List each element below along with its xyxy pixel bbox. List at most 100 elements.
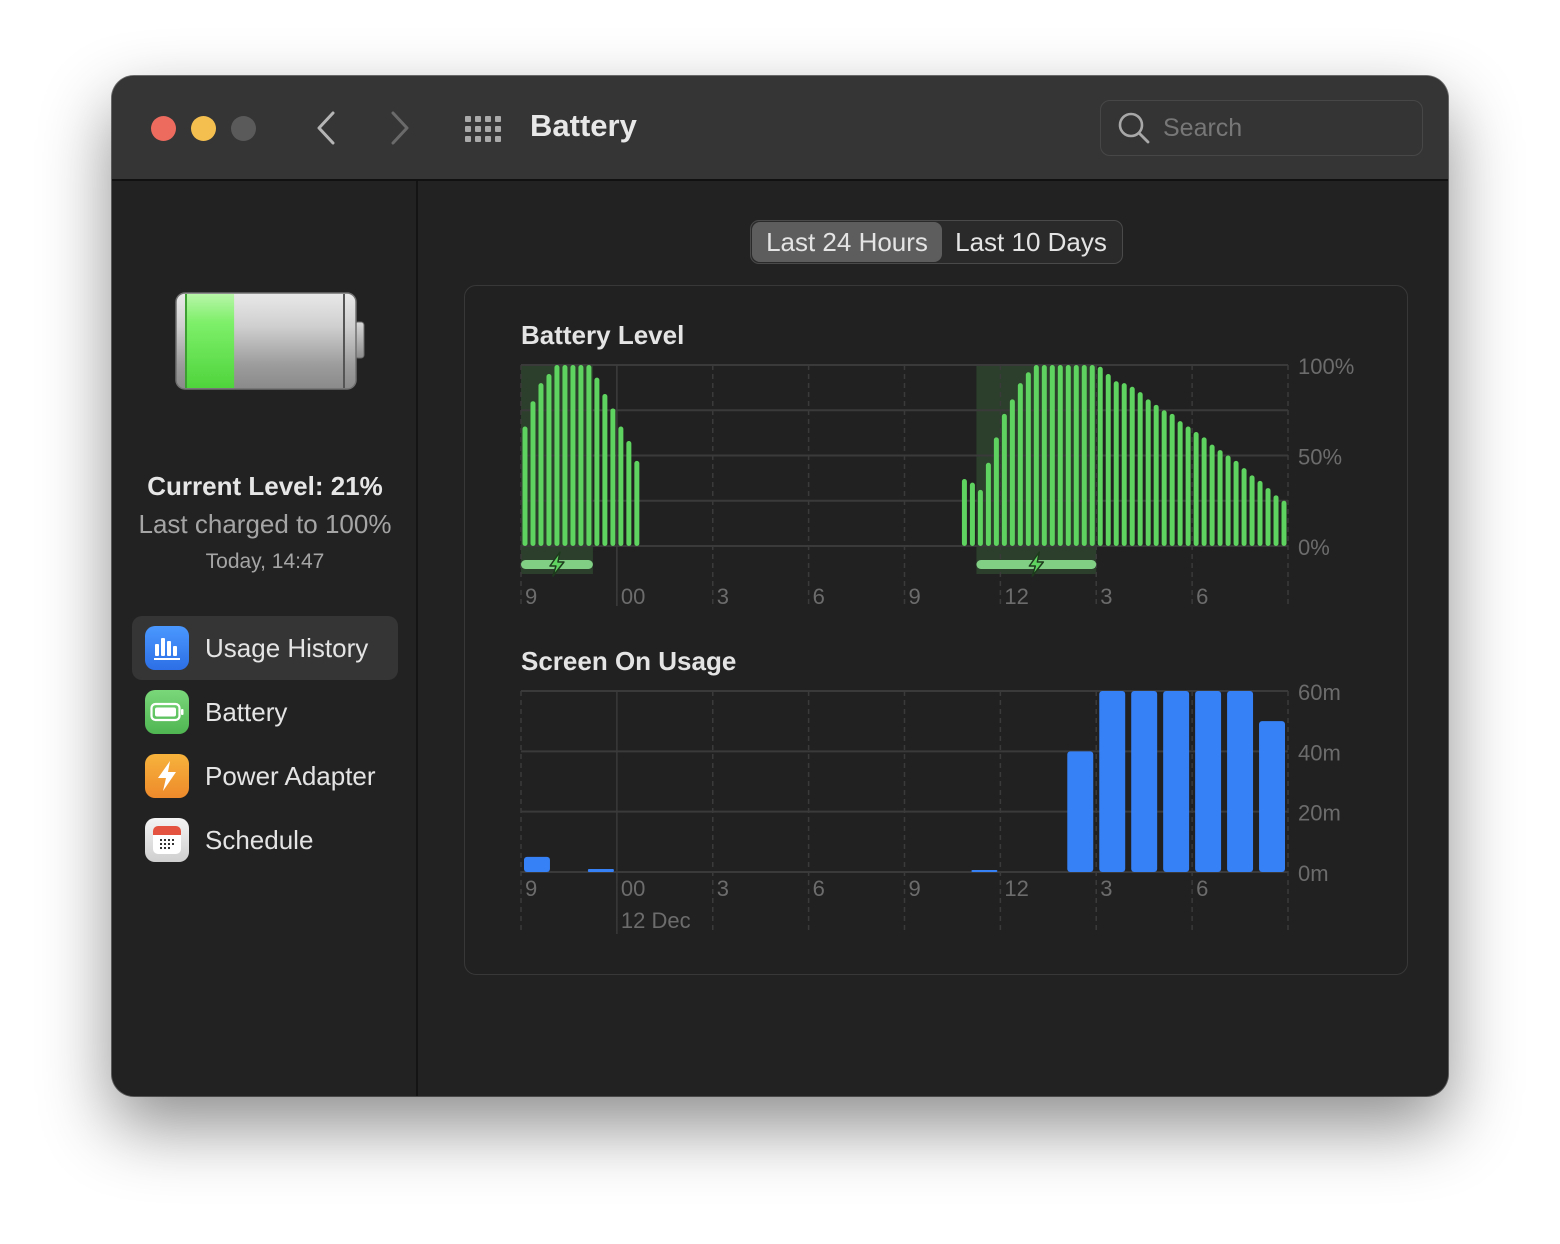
battery-level-bar (1057, 365, 1063, 546)
battery-level-bar (1001, 413, 1007, 546)
charts-panel: Battery Level Screen On Usage 0% 50% 100% 9… (464, 285, 1408, 975)
x-tick-label: 6 (813, 876, 825, 901)
back-button[interactable] (306, 106, 346, 150)
x-tick-label: 6 (1196, 876, 1208, 901)
chevron-right-icon (391, 111, 409, 145)
window-title: Battery (530, 108, 637, 143)
sidebar-item-schedule[interactable]: Schedule (132, 808, 398, 872)
grid-dot-icon (485, 136, 491, 142)
screen-usage-bar (1195, 691, 1222, 872)
battery-level-bar (586, 365, 592, 546)
battery-status-icon (175, 292, 365, 390)
y-tick-label: 100% (1298, 354, 1354, 379)
battery-level-bar (1121, 383, 1127, 546)
battery-level-bar (554, 365, 560, 546)
x-tick-label: 9 (909, 584, 921, 609)
y-tick-label: 0m (1298, 861, 1329, 886)
battery-level-bar (602, 393, 608, 546)
screen-usage-bar (971, 870, 998, 872)
x-tick-label: 12 (1004, 584, 1028, 609)
search-field[interactable] (1100, 100, 1423, 156)
chevron-left-icon (317, 111, 335, 145)
battery-level-bar (1041, 365, 1047, 546)
battery-level-bar (1217, 450, 1223, 546)
y-tick-label: 0% (1298, 535, 1330, 560)
battery-level-bar (1225, 455, 1231, 546)
battery-level-bar (1265, 488, 1271, 546)
y-tick-label: 20m (1298, 801, 1341, 826)
screen-usage-bar (1259, 721, 1285, 872)
battery-level-bar (1161, 410, 1167, 546)
date-label: 12 Dec (621, 908, 691, 933)
grid-dot-icon (495, 116, 501, 122)
zoom-button[interactable] (231, 116, 256, 141)
screen-usage-bar (587, 868, 614, 872)
forward-button[interactable] (380, 106, 420, 150)
battery-level-bar (562, 365, 568, 546)
sidebar-item-usage-history[interactable]: Usage History (132, 616, 398, 680)
close-button[interactable] (151, 116, 176, 141)
sidebar-item-battery[interactable]: Battery (132, 680, 398, 744)
sidebar-nav: Usage History Battery Power Adapter Sche… (132, 616, 398, 872)
battery-level-bar (1081, 365, 1087, 546)
battery-level-bar (1089, 365, 1095, 546)
battery-level-bar (610, 408, 616, 546)
battery-level-bar (1233, 460, 1239, 546)
battery-level-bar (1009, 399, 1015, 546)
grid-dot-icon (495, 126, 501, 132)
battery-level-bar (1049, 365, 1055, 546)
battery-level-bar (522, 426, 528, 546)
grid-dot-icon (485, 116, 491, 122)
battery-level-bar (1241, 468, 1247, 546)
grid-dot-icon (465, 126, 471, 132)
battery-level-bar (570, 365, 576, 546)
last-charged-time: Today, 14:47 (205, 550, 325, 573)
battery-level-bar (993, 437, 999, 546)
y-tick-label: 50% (1298, 445, 1342, 470)
time-range-segmented-control: Last 24 Hours Last 10 Days (750, 220, 1123, 264)
search-input[interactable] (1163, 113, 1403, 143)
lightning-icon (145, 754, 189, 798)
battery-level-bar (977, 489, 983, 546)
x-tick-label: 6 (1196, 584, 1208, 609)
battery-level-bar (1177, 421, 1183, 546)
battery-level-bar (1129, 386, 1135, 546)
grid-dot-icon (475, 116, 481, 122)
battery-level-bar (1025, 372, 1031, 546)
tab-last-24-hours[interactable]: Last 24 Hours (752, 222, 942, 262)
sidebar-item-label: Schedule (205, 824, 314, 855)
x-tick-label: 3 (1100, 876, 1112, 901)
grid-dot-icon (485, 126, 491, 132)
battery-level-bar (1281, 500, 1287, 546)
screen-usage-bar (1131, 691, 1158, 872)
battery-level-bar (1033, 365, 1039, 546)
screen-usage-bar (524, 856, 550, 872)
tab-last-10-days[interactable]: Last 10 Days (942, 222, 1120, 262)
x-tick-label: 00 (621, 876, 645, 901)
battery-level-bar (1145, 399, 1151, 546)
battery-level-bar (1073, 365, 1079, 546)
search-icon (1118, 112, 1150, 144)
battery-level-bar (1273, 495, 1279, 546)
battery-level-bar (626, 441, 632, 546)
battery-level-bar (1257, 480, 1263, 546)
sidebar-item-power-adapter[interactable]: Power Adapter (132, 744, 398, 808)
battery-level-bar (1249, 475, 1255, 546)
main-content: Last 24 Hours Last 10 Days Battery Level… (420, 181, 1448, 1096)
calendar-icon (145, 818, 189, 862)
x-tick-label: 6 (813, 584, 825, 609)
screen-usage-bar (1099, 691, 1126, 872)
sidebar-item-label: Battery (205, 696, 288, 727)
minimize-button[interactable] (191, 116, 216, 141)
x-tick-label: 9 (909, 876, 921, 901)
y-tick-label: 60m (1298, 680, 1341, 705)
show-all-grid-button[interactable] (460, 112, 506, 146)
x-tick-label: 12 (1004, 876, 1028, 901)
x-tick-label: 3 (717, 876, 729, 901)
battery-level-bar (1153, 404, 1159, 546)
grid-dot-icon (465, 136, 471, 142)
x-tick-label: 3 (1100, 584, 1112, 609)
battery-level-bar (1201, 437, 1207, 546)
screen-usage-bar (1067, 751, 1094, 872)
battery-level-bar (538, 383, 544, 546)
